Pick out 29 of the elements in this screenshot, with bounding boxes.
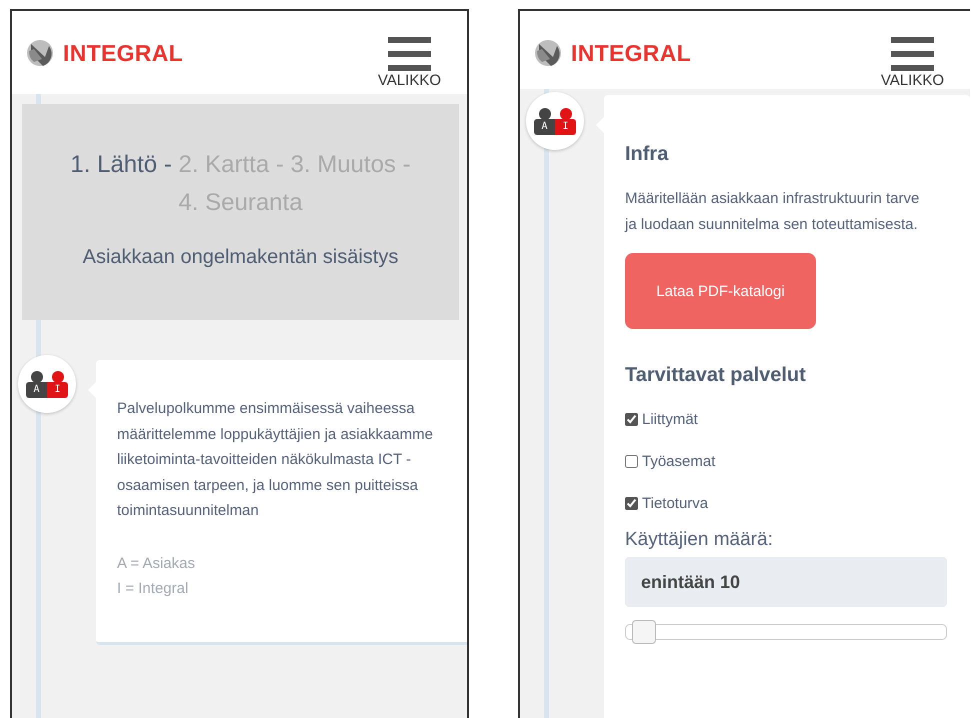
checkbox[interactable] <box>625 413 638 426</box>
field-label: Käyttäjien määrä: <box>625 529 774 551</box>
legend-text: A = Asiakas <box>117 554 196 574</box>
step-subtitle: Asiakkaan ongelmakentän sisäistys <box>82 246 400 269</box>
section-title: Infra <box>625 143 670 166</box>
avatar-letter: I <box>47 382 68 398</box>
avatar-letter: A <box>26 382 47 398</box>
logo-icon <box>25 37 55 69</box>
avatar-letter: I <box>555 119 576 135</box>
menu-button[interactable]: VALIKKO <box>378 37 441 89</box>
menu-icon <box>388 37 431 71</box>
logo-text: INTEGRAL <box>571 40 691 66</box>
checkbox[interactable] <box>625 455 638 468</box>
checkbox-label: Tietoturva <box>642 495 708 512</box>
card-text: Palvelupolkumme ensimmäisessä vaiheessa määrittelemme loppukäyttäjien ja asiakkaamme liiketoiminta-tavoitteiden näkökulmasta ICT -osaamisen tarpeen, ja luomme sen puitteissa toimintasuunnitelman <box>117 399 434 521</box>
logo-icon <box>533 37 563 69</box>
menu-button[interactable]: VALIKKO <box>880 37 944 89</box>
value-display: enintään 10 <box>625 557 947 607</box>
card-text: Määritellään asiakkaan infrastruktuurin tarve ja luodaan suunnitelma sen toteuttamisesta. <box>625 189 920 234</box>
avatar-letter: A <box>534 119 555 135</box>
section-title: Tarvittavat palvelut <box>625 364 807 387</box>
slider-thumb[interactable] <box>632 620 656 644</box>
menu-icon <box>890 37 934 71</box>
legend-text: I = Integral <box>117 579 190 599</box>
checkbox-label: Työasemat <box>642 453 716 470</box>
checkbox-label: Liittymät <box>642 411 698 428</box>
logo-text: INTEGRAL <box>63 40 183 66</box>
step-label: 1. Lähtö - <box>70 151 172 178</box>
checkbox[interactable] <box>625 497 638 510</box>
